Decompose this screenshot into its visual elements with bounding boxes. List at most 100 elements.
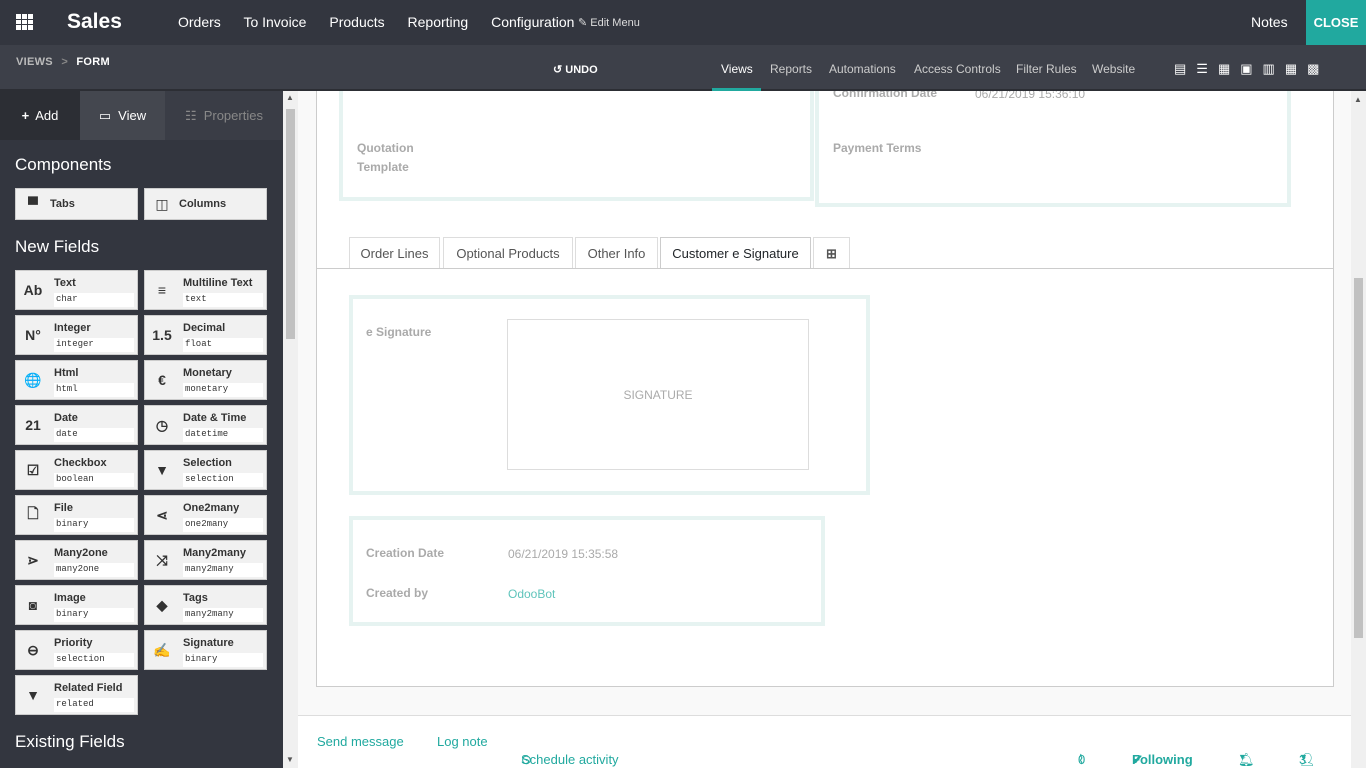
priority-icon: ⊖ [27, 641, 39, 658]
pivot-view-icon[interactable]: ▦ [1285, 61, 1307, 76]
send-message-button[interactable]: Send message [317, 734, 404, 749]
field-one2many[interactable]: ⋖ One2many one2many [144, 495, 267, 535]
menu-reporting[interactable]: Reporting [408, 14, 469, 30]
studio-sidebar: + Add ▭ View ☷ Properties Components ▀ Tabs … [0, 91, 283, 768]
tab-customer-signature[interactable]: Customer e Signature [660, 237, 811, 269]
field-type: related [54, 698, 134, 712]
field-name: Text [54, 277, 76, 289]
log-note-button[interactable]: Log note [437, 734, 488, 749]
sidebar-scroll-thumb[interactable] [286, 109, 295, 339]
calendar-view-icon[interactable]: ▣ [1240, 61, 1262, 76]
components-title: Components [15, 155, 112, 174]
field-name: Date & Time [183, 412, 247, 424]
tabs-underline [316, 268, 1334, 269]
field-priority[interactable]: ⊖ Priority selection [15, 630, 138, 670]
field-type: selection [183, 473, 263, 487]
list-view-icon[interactable]: ☰ [1196, 61, 1218, 76]
created-by-value: OdooBot [508, 587, 556, 601]
menu-to-invoice[interactable]: To Invoice [243, 14, 306, 30]
component-tabs[interactable]: ▀ Tabs [15, 188, 138, 220]
menu-products[interactable]: Products [329, 14, 384, 30]
properties-icon: ☷ [185, 107, 197, 123]
field-date[interactable]: 21 Date date [15, 405, 138, 445]
caret-down-icon: ▼ [1238, 752, 1247, 762]
grid-view-icon[interactable]: ▩ [1307, 61, 1329, 76]
form-view-icon[interactable]: ▤ [1174, 61, 1196, 76]
creation-date-label: Creation Date [366, 546, 445, 560]
signature-group[interactable]: e Signature SIGNATURE [349, 295, 870, 495]
main-scrollbar[interactable]: ▲ [1351, 91, 1366, 768]
field-file[interactable]: 🗋 File binary [15, 495, 138, 535]
tab-order-lines[interactable]: Order Lines [349, 237, 440, 269]
field-name: Tags [183, 592, 208, 604]
breadcrumb-views[interactable]: VIEWS [16, 56, 53, 68]
checkbox-icon: ☑ [26, 461, 40, 478]
field-signature[interactable]: ✍ Signature binary [144, 630, 267, 670]
close-button[interactable]: CLOSE [1306, 0, 1366, 45]
signature-pad[interactable]: SIGNATURE [507, 319, 809, 470]
creation-info-group[interactable]: Creation Date 06/21/2019 15:35:58 Create… [349, 516, 825, 626]
menu-orders[interactable]: Orders [178, 14, 221, 30]
date-icon: 21 [25, 417, 41, 433]
breadcrumb-form: FORM [76, 56, 110, 68]
field-integer[interactable]: N° Integer integer [15, 315, 138, 355]
field-tags[interactable]: ◆ Tags many2many [144, 585, 267, 625]
tab-filter-rules[interactable]: Filter Rules [1016, 62, 1077, 76]
main-scroll-thumb[interactable] [1354, 278, 1363, 638]
scroll-up-arrow-icon[interactable]: ▲ [286, 93, 294, 102]
tab-website[interactable]: Website [1092, 62, 1135, 76]
undo-icon: ↺ [553, 64, 566, 76]
top-menu: Orders To Invoice Products Reporting Con… [178, 14, 593, 30]
field-monetary[interactable]: € Monetary monetary [144, 360, 267, 400]
existing-fields-title: Existing Fields [15, 732, 125, 751]
tab-reports[interactable]: Reports [770, 62, 812, 76]
tab-access-controls[interactable]: Access Controls [914, 62, 1001, 76]
scroll-down-arrow-icon[interactable]: ▼ [286, 755, 294, 764]
field-many2one[interactable]: ⋗ Many2one many2one [15, 540, 138, 580]
field-type: binary [54, 518, 134, 532]
field-related-field[interactable]: ▼ Related Field related [15, 675, 138, 715]
edit-menu-link[interactable]: ✎ Edit Menu [578, 16, 640, 29]
field-type: binary [54, 608, 134, 622]
sidebar-tab-properties[interactable]: ☷ Properties [165, 91, 283, 140]
sidebar-scrollbar[interactable]: ▲ ▼ [283, 91, 298, 768]
payment-terms-label: Payment Terms [833, 141, 922, 155]
scroll-up-arrow-icon[interactable]: ▲ [1354, 95, 1362, 104]
field-decimal[interactable]: 1.5 Decimal float [144, 315, 267, 355]
apps-grid-icon[interactable] [16, 14, 34, 30]
app-brand[interactable]: Sales [67, 10, 122, 34]
left-field-group[interactable]: Quotation Template [339, 91, 814, 201]
field-multiline-text[interactable]: ≡ Multiline Text text [144, 270, 267, 310]
integer-icon: N° [25, 327, 41, 343]
right-field-group[interactable]: Confirmation Date 06/21/2019 15:36:10 Pa… [815, 91, 1291, 207]
field-date-time[interactable]: ◷ Date & Time datetime [144, 405, 267, 445]
signature-icon: ✍ [153, 641, 171, 658]
notes-link[interactable]: Notes [1251, 14, 1288, 30]
tab-optional-products[interactable]: Optional Products [443, 237, 573, 269]
tab-automations[interactable]: Automations [829, 62, 896, 76]
field-name: Decimal [183, 322, 226, 334]
field-type: integer [54, 338, 134, 352]
field-type: float [183, 338, 263, 352]
graph-view-icon[interactable]: ▥ [1263, 61, 1285, 76]
tab-views[interactable]: Views [721, 62, 753, 76]
field-type: char [54, 293, 134, 307]
field-selection[interactable]: ▼ Selection selection [144, 450, 267, 490]
field-html[interactable]: 🌐 Html html [15, 360, 138, 400]
field-checkbox[interactable]: ☑ Checkbox boolean [15, 450, 138, 490]
field-text[interactable]: Ab Text char [15, 270, 138, 310]
sidebar-tab-view[interactable]: ▭ View [80, 91, 165, 140]
html-icon: 🌐 [24, 371, 42, 388]
plus-square-icon: ⊞ [826, 245, 837, 261]
top-navbar: Sales Orders To Invoice Products Reporti… [0, 0, 1366, 45]
sidebar-tab-add[interactable]: + Add [0, 91, 80, 140]
menu-configuration[interactable]: Configuration [491, 14, 574, 30]
field-image[interactable]: ◙ Image binary [15, 585, 138, 625]
component-columns[interactable]: ◫ Columns [144, 188, 267, 220]
quotation-template-label: Quotation Template [357, 141, 414, 174]
field-many2many[interactable]: ⤨ Many2many many2many [144, 540, 267, 580]
add-tab-button[interactable]: ⊞ [813, 237, 850, 269]
kanban-view-icon[interactable]: ▦ [1218, 61, 1240, 76]
tab-other-info[interactable]: Other Info [575, 237, 658, 269]
undo-button[interactable]: ↺ UNDO [553, 63, 598, 76]
